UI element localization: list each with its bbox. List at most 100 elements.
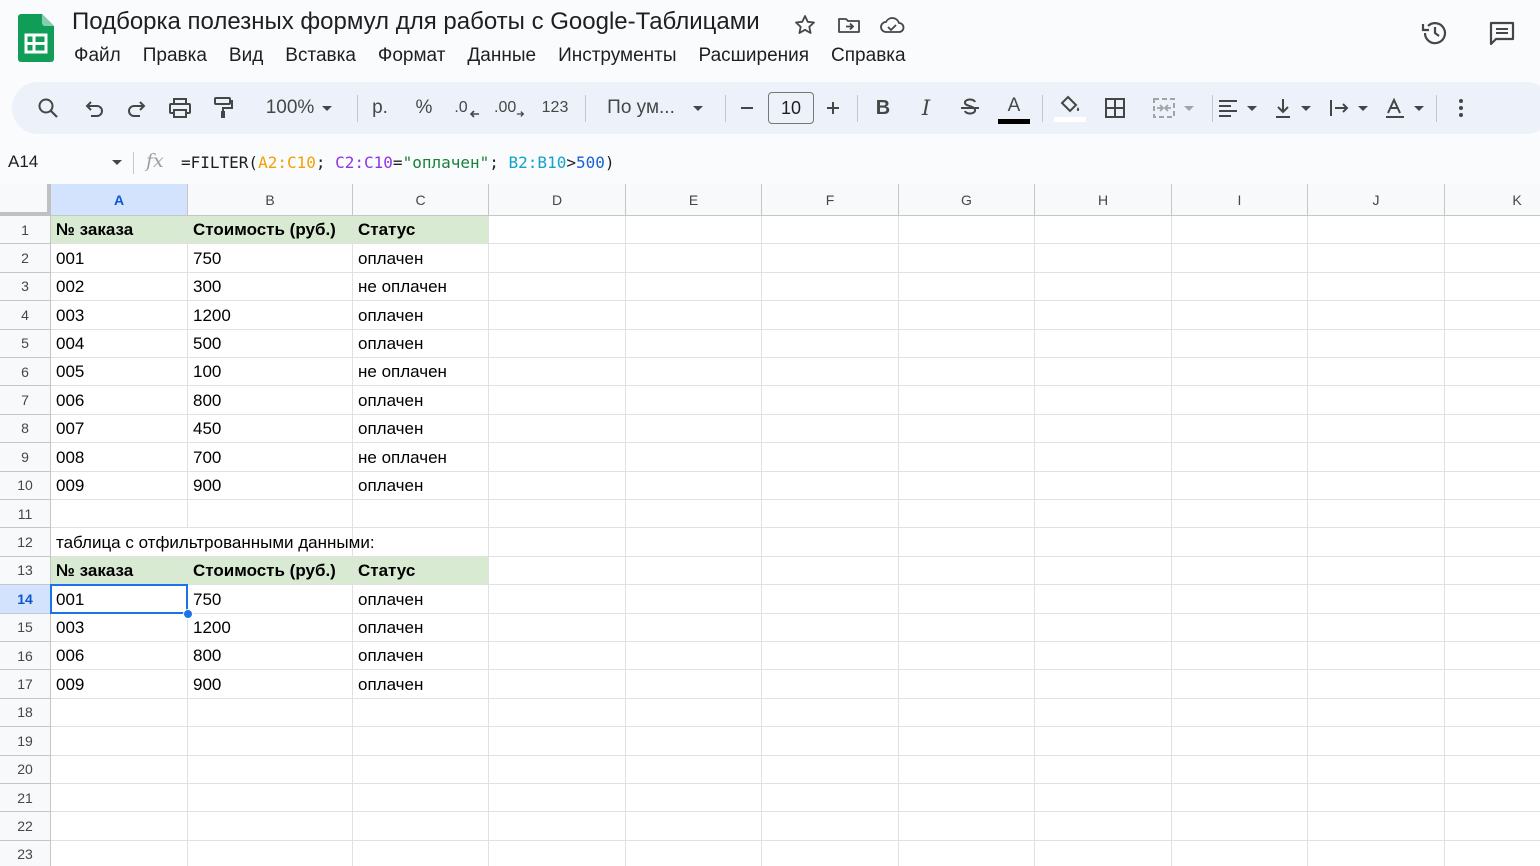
cell-j22[interactable] [1308, 812, 1445, 841]
cell-b6[interactable]: 100 [188, 358, 353, 387]
increase-font-size-icon[interactable] [822, 82, 844, 134]
menu-tools[interactable]: Инструменты [547, 42, 687, 70]
cell-e21[interactable] [626, 784, 762, 813]
row-header-11[interactable]: 11 [0, 500, 51, 529]
cell-b23[interactable] [188, 840, 353, 866]
cell-a12[interactable]: таблица с отфильтрованными данными: [51, 528, 375, 557]
cell-i2[interactable] [1172, 244, 1308, 273]
cell-d3[interactable] [489, 272, 626, 302]
cell-h18[interactable] [1035, 698, 1172, 728]
cell-e9[interactable] [626, 443, 762, 472]
cell-e2[interactable] [626, 244, 762, 273]
cell-f15[interactable] [762, 613, 899, 642]
cell-b17[interactable]: 900 [188, 670, 353, 699]
cell-a15[interactable]: 003 [51, 613, 188, 642]
cell-d18[interactable] [489, 698, 626, 728]
undo-icon[interactable] [80, 82, 108, 134]
cell-c8[interactable]: оплачен [353, 414, 489, 444]
cell-c23[interactable] [353, 840, 489, 866]
cell-d9[interactable] [489, 443, 626, 472]
cell-k13[interactable] [1445, 557, 1540, 586]
cell-k16[interactable] [1445, 642, 1540, 671]
row-header-9[interactable]: 9 [0, 443, 51, 472]
borders-icon[interactable] [1102, 82, 1128, 134]
row-header-13[interactable]: 13 [0, 556, 51, 586]
cell-e14[interactable] [626, 585, 762, 614]
cell-f8[interactable] [762, 414, 899, 444]
text-color-icon[interactable]: A [998, 82, 1030, 134]
cell-e22[interactable] [626, 812, 762, 841]
cell-g19[interactable] [899, 727, 1035, 756]
font-select[interactable]: По ум... [600, 82, 710, 134]
cell-g7[interactable] [899, 386, 1035, 415]
row-header-21[interactable]: 21 [0, 784, 51, 813]
cell-i15[interactable] [1172, 613, 1308, 642]
cell-c5[interactable]: оплачен [353, 329, 489, 358]
cell-d22[interactable] [489, 812, 626, 841]
row-header-3[interactable]: 3 [0, 272, 51, 302]
cell-i3[interactable] [1172, 272, 1308, 302]
cell-b22[interactable] [188, 812, 353, 841]
cell-j19[interactable] [1308, 727, 1445, 756]
column-header-a[interactable]: A [51, 184, 188, 216]
cell-d11[interactable] [489, 500, 626, 529]
menu-file[interactable]: Файл [63, 42, 132, 70]
cloud-saved-icon[interactable] [879, 12, 905, 38]
cell-f17[interactable] [762, 670, 899, 699]
cell-e13[interactable] [626, 556, 762, 586]
cell-g1[interactable] [899, 216, 1035, 245]
cell-a19[interactable] [51, 727, 188, 756]
cell-b4[interactable]: 1200 [188, 301, 353, 330]
cell-j21[interactable] [1308, 784, 1445, 813]
cell-k19[interactable] [1445, 727, 1540, 756]
cell-a18[interactable] [51, 698, 188, 728]
cell-e18[interactable] [626, 698, 762, 728]
cell-k11[interactable] [1445, 500, 1540, 529]
cell-d19[interactable] [489, 727, 626, 756]
cell-b9[interactable]: 700 [188, 443, 353, 472]
menu-data[interactable]: Данные [456, 42, 547, 70]
cell-b8[interactable]: 450 [188, 414, 353, 444]
cell-d2[interactable] [489, 244, 626, 273]
cell-e3[interactable] [626, 272, 762, 302]
cell-c14[interactable]: оплачен [353, 585, 489, 614]
row-header-2[interactable]: 2 [0, 244, 51, 273]
cell-a5[interactable]: 004 [51, 329, 188, 358]
document-title[interactable]: Подборка полезных формул для работы с Go… [72, 8, 760, 36]
cell-j18[interactable] [1308, 698, 1445, 728]
cell-i13[interactable] [1172, 556, 1308, 586]
cell-c11[interactable] [353, 500, 489, 529]
cell-k21[interactable] [1445, 784, 1540, 813]
cell-h13[interactable] [1035, 556, 1172, 586]
text-wrapping-icon[interactable] [1326, 82, 1370, 134]
row-header-16[interactable]: 16 [0, 642, 51, 671]
cell-g4[interactable] [899, 301, 1035, 330]
cell-d16[interactable] [489, 642, 626, 671]
cell-k10[interactable] [1445, 472, 1540, 500]
cell-i8[interactable] [1172, 414, 1308, 444]
cell-e19[interactable] [626, 727, 762, 756]
cell-c6[interactable]: не оплачен [353, 358, 489, 387]
cell-a20[interactable] [51, 755, 188, 784]
column-header-k[interactable]: K [1445, 184, 1540, 216]
cell-c10[interactable]: оплачен [353, 471, 489, 500]
cell-j15[interactable] [1308, 613, 1445, 642]
cell-g11[interactable] [899, 500, 1035, 529]
cell-c2[interactable]: оплачен [353, 244, 489, 273]
cell-g9[interactable] [899, 443, 1035, 472]
cell-j20[interactable] [1308, 755, 1445, 784]
cell-h9[interactable] [1035, 443, 1172, 472]
cell-h19[interactable] [1035, 727, 1172, 756]
cell-e20[interactable] [626, 755, 762, 784]
row-header-4[interactable]: 4 [0, 301, 51, 330]
cell-a14[interactable]: 001 [51, 585, 188, 614]
star-icon[interactable] [792, 12, 818, 38]
cell-g14[interactable] [899, 585, 1035, 614]
cell-d6[interactable] [489, 358, 626, 387]
cell-h1[interactable] [1035, 216, 1172, 245]
horizontal-align-icon[interactable] [1214, 82, 1260, 134]
cell-e6[interactable] [626, 358, 762, 387]
cell-h23[interactable] [1035, 840, 1172, 866]
cell-g23[interactable] [899, 840, 1035, 866]
cell-j11[interactable] [1308, 500, 1445, 529]
